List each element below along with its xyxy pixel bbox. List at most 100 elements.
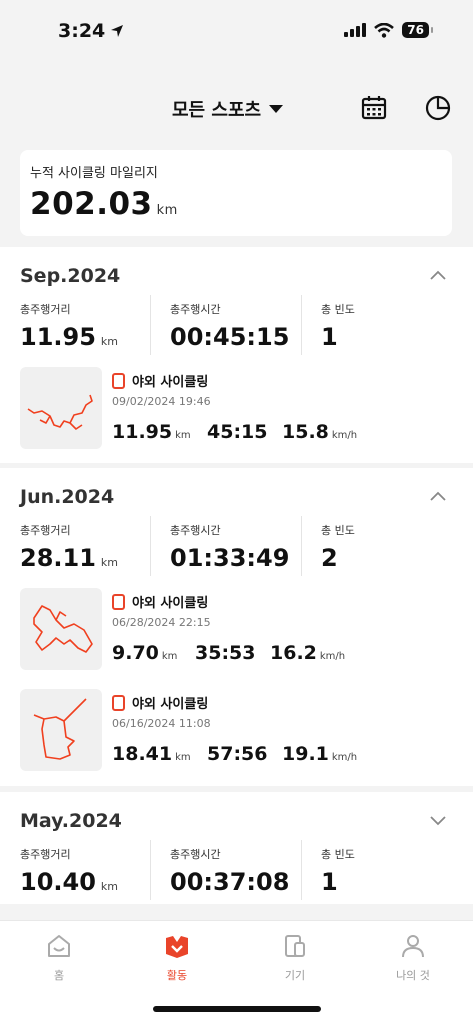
nav-activity[interactable]: 활동 xyxy=(118,933,236,983)
month-section-jun-2024: Jun.2024 총주행거리 28.11 km 총주행시간 01:33:49 총 … xyxy=(0,468,473,786)
activity-type: 야외 사이클링 xyxy=(112,693,208,712)
activity-type-label: 야외 사이클링 xyxy=(132,697,209,712)
stat-duration: 총주행시간 00:45:15 xyxy=(170,295,289,357)
cycling-badge-icon xyxy=(112,593,125,610)
stat-label: 총주행시간 xyxy=(170,303,221,316)
location-arrow-icon xyxy=(111,25,124,37)
speed-value: 19.1 xyxy=(282,743,329,765)
stat-duration: 총주행시간 01:33:49 xyxy=(170,516,289,578)
cycling-badge-icon xyxy=(112,372,125,389)
sport-filter-label: 모든 스포츠 xyxy=(172,100,262,121)
stat-label: 총 빈도 xyxy=(321,524,355,537)
cycling-badge-icon xyxy=(112,694,125,711)
activity-distance: 11.95 km xyxy=(112,421,191,443)
stat-label: 총주행거리 xyxy=(20,303,71,316)
distance-value: 11.95 xyxy=(20,323,96,351)
activity-time: 45:15 xyxy=(207,421,268,443)
duration-value: 01:33:49 xyxy=(170,544,290,572)
stat-value: 11.95 km xyxy=(20,323,118,351)
divider xyxy=(150,516,151,576)
cumulative-mileage-card: 누적 사이클링 마일리지 202.03 km xyxy=(20,150,452,236)
speed-unit: km/h xyxy=(331,752,358,763)
status-indicators: 76 xyxy=(344,22,433,38)
home-indicator[interactable] xyxy=(153,1006,321,1012)
activity-distance: 9.70 km xyxy=(112,642,177,664)
top-bar: 모든 스포츠 xyxy=(0,84,473,134)
mileage-value-row: 202.03 km xyxy=(30,186,178,222)
activity-type-label: 야외 사이클링 xyxy=(132,596,209,611)
activity-icon xyxy=(166,936,188,958)
divider xyxy=(150,840,151,900)
nav-me[interactable]: 나의 것 xyxy=(354,933,472,983)
chevron-up-icon[interactable] xyxy=(429,490,447,502)
route-map-thumbnail xyxy=(20,588,102,670)
activity-item[interactable]: 야외 사이클링 06/28/2024 22:15 9.70 km 35:53 16… xyxy=(0,588,473,672)
month-title: Jun.2024 xyxy=(20,486,115,508)
stat-distance: 총주행거리 28.11 km xyxy=(20,516,118,578)
devices-icon xyxy=(285,935,305,957)
month-stats: 총주행거리 10.40 km 총주행시간 00:37:08 총 빈도 1 xyxy=(0,840,473,902)
home-icon xyxy=(48,935,70,957)
stat-label: 총주행시간 xyxy=(170,524,221,537)
activity-date: 06/28/2024 22:15 xyxy=(112,616,211,629)
pie-chart-icon[interactable] xyxy=(424,94,452,122)
nav-home-label: 홈 xyxy=(53,969,65,982)
month-section-may-2024: May.2024 총주행거리 10.40 km 총주행시간 00:37:08 총 … xyxy=(0,792,473,904)
mileage-unit: km xyxy=(156,203,178,218)
activity-speed: 19.1 km/h xyxy=(282,743,357,765)
stat-label: 총 빈도 xyxy=(321,848,355,861)
activity-type-label: 야외 사이클링 xyxy=(132,375,209,390)
divider xyxy=(150,295,151,355)
sport-filter-dropdown[interactable]: 모든 스포츠 xyxy=(172,96,284,122)
activity-item[interactable]: 야외 사이클링 06/16/2024 11:08 18.41 km 57:56 1… xyxy=(0,689,473,773)
chevron-down-icon[interactable] xyxy=(429,814,447,826)
activity-speed: 15.8 km/h xyxy=(282,421,357,443)
distance-unit: km xyxy=(175,430,191,441)
frequency-value: 1 xyxy=(321,868,338,896)
stat-label: 총 빈도 xyxy=(321,303,355,316)
distance-unit: km xyxy=(100,335,119,348)
stat-label: 총주행거리 xyxy=(20,524,71,537)
speed-unit: km/h xyxy=(331,430,358,441)
month-section-sep-2024: Sep.2024 총주행거리 11.95 km 총주행시간 00:45:15 총 … xyxy=(0,247,473,463)
wifi-icon xyxy=(374,22,395,38)
distance-unit: km xyxy=(100,556,119,569)
stat-duration: 총주행시간 00:37:08 xyxy=(170,840,289,902)
nav-home[interactable]: 홈 xyxy=(0,933,118,983)
divider xyxy=(301,840,302,900)
signal-icon xyxy=(344,23,367,37)
activity-item[interactable]: 야외 사이클링 09/02/2024 19:46 11.95 km 45:15 1… xyxy=(0,367,473,451)
activity-date: 09/02/2024 19:46 xyxy=(112,395,211,408)
distance-unit: km xyxy=(175,752,191,763)
chevron-up-icon[interactable] xyxy=(429,269,447,281)
nav-devices-label: 기기 xyxy=(284,969,306,982)
duration-value: 00:45:15 xyxy=(170,323,290,351)
status-time: 3:24 xyxy=(58,20,124,42)
frequency-value: 2 xyxy=(321,544,338,572)
distance-unit: km xyxy=(100,880,119,893)
route-map-thumbnail xyxy=(20,367,102,449)
status-bar: 3:24 76 xyxy=(0,0,473,64)
stat-frequency: 총 빈도 1 xyxy=(321,840,355,902)
nav-devices[interactable]: 기기 xyxy=(236,933,354,983)
stat-value: 28.11 km xyxy=(20,544,118,572)
stat-value: 10.40 km xyxy=(20,868,118,896)
month-stats: 총주행거리 11.95 km 총주행시간 00:45:15 총 빈도 1 xyxy=(0,295,473,357)
calendar-icon[interactable] xyxy=(360,94,388,122)
stat-frequency: 총 빈도 2 xyxy=(321,516,355,578)
month-title: Sep.2024 xyxy=(20,265,121,287)
speed-value: 15.8 xyxy=(282,421,329,443)
divider xyxy=(301,295,302,355)
duration-value: 00:37:08 xyxy=(170,868,290,896)
divider xyxy=(301,516,302,576)
stat-label: 총주행시간 xyxy=(170,848,221,861)
activity-distance: 18.41 km xyxy=(112,743,191,765)
activity-type: 야외 사이클링 xyxy=(112,371,208,390)
speed-unit: km/h xyxy=(319,651,346,662)
activity-time: 57:56 xyxy=(207,743,268,765)
stat-distance: 총주행거리 10.40 km xyxy=(20,840,118,902)
activity-time: 35:53 xyxy=(195,642,256,664)
distance-value: 9.70 xyxy=(112,642,159,664)
time-text: 3:24 xyxy=(58,20,106,42)
stat-frequency: 총 빈도 1 xyxy=(321,295,355,357)
